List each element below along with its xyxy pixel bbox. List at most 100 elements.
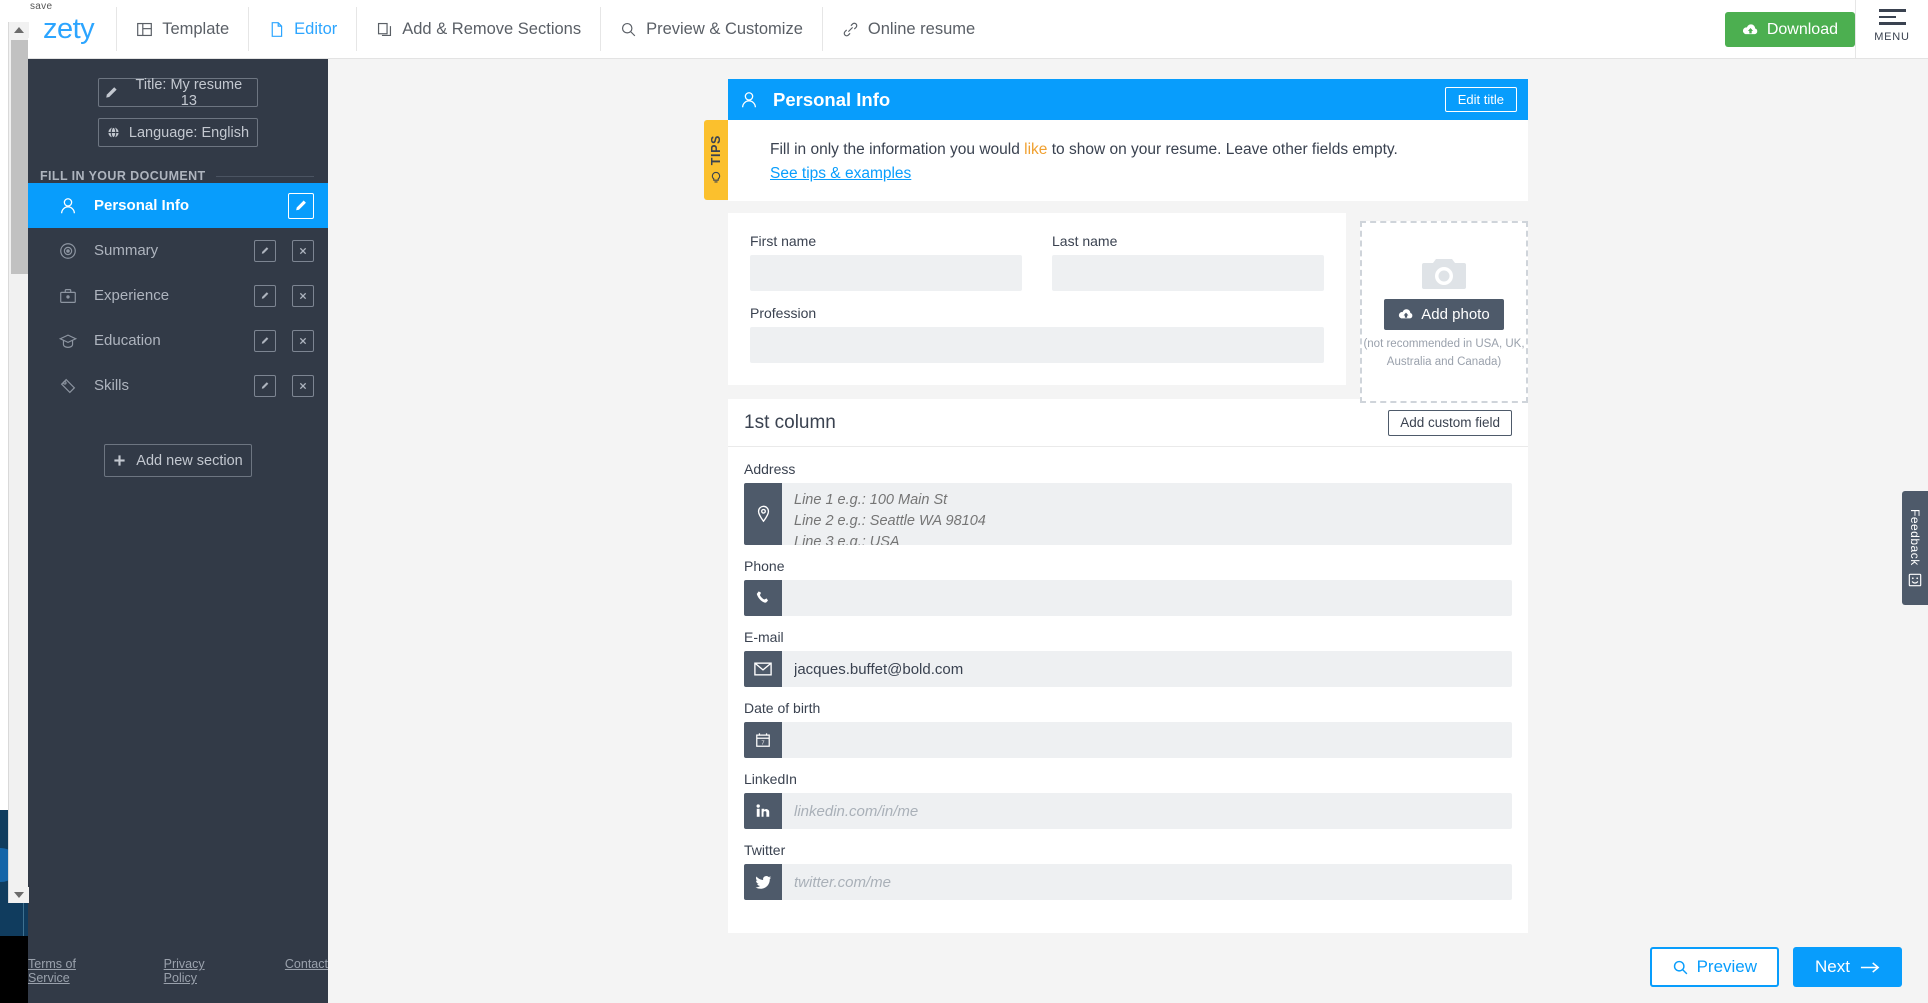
- address-label: Address: [744, 461, 796, 478]
- sidebar-item-personal-info[interactable]: Personal Info: [28, 183, 328, 228]
- plus-icon: [114, 455, 125, 466]
- person-icon: [742, 91, 756, 107]
- search-icon: [622, 22, 636, 36]
- twitter-label: Twitter: [744, 842, 786, 859]
- first-column-body: Address Phone: [728, 447, 1528, 933]
- twitter-input-group: [744, 864, 1512, 901]
- linkedin-field: LinkedIn: [744, 771, 1512, 830]
- remove-summary-button[interactable]: [292, 239, 314, 262]
- edit-education-button[interactable]: [254, 329, 276, 352]
- nav-item-preview-customize[interactable]: Preview & Customize: [600, 7, 822, 51]
- sidebar-item-education[interactable]: Education: [28, 318, 328, 363]
- nav-item-template[interactable]: Template: [116, 7, 248, 51]
- linkedin-label: LinkedIn: [744, 771, 797, 788]
- sidebar-item-summary[interactable]: Summary: [28, 228, 328, 273]
- nav-item-editor[interactable]: Editor: [248, 7, 356, 51]
- nav-item-online-resume[interactable]: Online resume: [821, 7, 994, 51]
- tips-text-after: to show on your resume. Leave other fiel…: [1047, 141, 1398, 158]
- remove-skills-button[interactable]: [292, 374, 314, 397]
- nav-item-add-remove-sections[interactable]: Add & Remove Sections: [356, 7, 600, 51]
- last-name-group: Last name: [1052, 233, 1324, 292]
- remove-education-button[interactable]: [292, 329, 314, 352]
- download-button[interactable]: Download: [1724, 12, 1855, 47]
- profession-group: Profession: [750, 305, 1324, 364]
- sidebar-label-personal-info: Personal Info: [94, 197, 190, 214]
- resume-title-button[interactable]: Title: My resume 13: [98, 76, 258, 109]
- terms-of-service-link[interactable]: Terms of Service: [28, 957, 116, 985]
- tips-text-before: Fill in only the information you would: [770, 141, 1025, 158]
- next-button[interactable]: Next: [1793, 947, 1902, 987]
- add-new-section-button[interactable]: Add new section: [104, 444, 252, 477]
- see-tips-examples-link[interactable]: See tips & examples: [770, 165, 911, 183]
- left-sidebar: Title: My resume 13 Language: English FI…: [28, 59, 328, 1003]
- page-title: Personal Info: [773, 88, 891, 110]
- address-textarea[interactable]: [782, 483, 1512, 546]
- fill-document-heading: FILL IN YOUR DOCUMENT: [40, 169, 328, 183]
- language-button[interactable]: Language: English: [98, 118, 258, 147]
- linkedin-input[interactable]: [782, 793, 1512, 830]
- tips-panel: TIPS Fill in only the information you wo…: [704, 120, 1528, 202]
- sidebar-label-education: Education: [94, 332, 161, 349]
- sidebar-item-experience[interactable]: Experience: [28, 273, 328, 318]
- sidebar-item-skills[interactable]: Skills: [28, 363, 328, 408]
- privacy-policy-link[interactable]: Privacy Policy: [164, 957, 237, 985]
- nav-label-add-remove-sections: Add & Remove Sections: [402, 19, 582, 38]
- edit-title-button[interactable]: Edit title: [1444, 87, 1517, 112]
- linkedin-input-group: [744, 793, 1512, 830]
- twitter-icon: [744, 864, 782, 901]
- menu-bar-3: [1878, 22, 1906, 25]
- smiley-icon: [1908, 573, 1922, 587]
- fill-document-heading-text: FILL IN YOUR DOCUMENT: [40, 169, 206, 183]
- top-navigation-bar: zety Template Editor Add & Remove Sectio…: [28, 0, 1928, 59]
- menu-button[interactable]: MENU: [1855, 0, 1928, 58]
- photo-dropzone[interactable]: Add photo (not recommended in USA, UK, A…: [1360, 221, 1528, 403]
- tips-text: Fill in only the information you would l…: [770, 138, 1506, 161]
- sidebar-label-skills: Skills: [94, 377, 130, 394]
- first-name-input[interactable]: [750, 255, 1022, 292]
- scrollbar-thumb[interactable]: [11, 40, 28, 274]
- tips-tab: TIPS: [704, 120, 728, 200]
- edit-experience-button[interactable]: [254, 284, 276, 307]
- nav-label-preview-customize: Preview & Customize: [646, 19, 803, 38]
- edit-skills-button[interactable]: [254, 374, 276, 397]
- zety-logo[interactable]: zety: [28, 13, 116, 46]
- last-name-input[interactable]: [1052, 255, 1324, 292]
- scrollbar-down-arrow[interactable]: [9, 887, 29, 903]
- profession-input[interactable]: [750, 327, 1324, 364]
- profession-label: Profession: [750, 305, 817, 322]
- pencil-icon: [261, 337, 269, 344]
- twitter-input[interactable]: [782, 864, 1512, 901]
- pencil-icon: [261, 247, 269, 254]
- first-name-label: First name: [750, 233, 817, 250]
- photo-card: Add photo (not recommended in USA, UK, A…: [1360, 221, 1528, 403]
- graduation-cap-icon: [58, 333, 78, 348]
- page-scrollbar[interactable]: [8, 22, 29, 903]
- close-icon: [299, 382, 307, 389]
- feedback-tab[interactable]: Feedback: [1902, 491, 1928, 605]
- phone-input[interactable]: [782, 580, 1512, 617]
- sidebar-footer-links: Terms of Service Privacy Policy Contact: [28, 957, 328, 985]
- add-photo-button[interactable]: Add photo: [1384, 299, 1504, 331]
- cloud-upload-icon: [1742, 23, 1758, 34]
- contact-link[interactable]: Contact: [285, 957, 328, 985]
- remove-experience-button[interactable]: [292, 284, 314, 307]
- scrollbar-up-arrow[interactable]: [9, 22, 29, 38]
- first-column-card: 1st column Add custom field Address Line…: [728, 399, 1528, 934]
- add-custom-field-button[interactable]: Add custom field: [1388, 409, 1512, 436]
- phone-field: Phone: [744, 558, 1512, 617]
- phone-input-group: [744, 580, 1512, 617]
- email-input[interactable]: [782, 651, 1512, 688]
- add-photo-label: Add photo: [1421, 306, 1490, 324]
- document-icon: [271, 21, 283, 37]
- preview-button[interactable]: Preview: [1649, 947, 1780, 987]
- edit-summary-button[interactable]: [254, 239, 276, 262]
- date-of-birth-input[interactable]: [782, 722, 1512, 759]
- globe-icon: [108, 126, 119, 139]
- envelope-icon: [744, 651, 782, 688]
- bottom-action-bar: Preview Next: [1649, 947, 1902, 987]
- date-of-birth-input-group: 7: [744, 722, 1512, 759]
- target-icon: [60, 242, 76, 259]
- edit-personal-info-button[interactable]: [288, 192, 314, 219]
- arrow-right-icon: [1860, 961, 1880, 973]
- resume-title-label: Title: My resume 13: [135, 76, 243, 109]
